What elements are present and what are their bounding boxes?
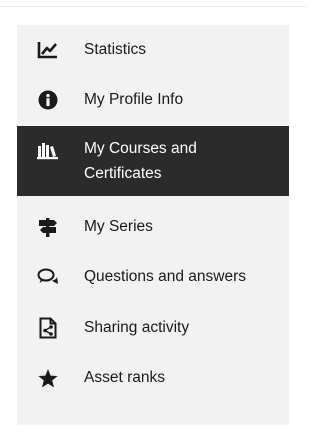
menu-item-label: Statistics — [84, 41, 147, 58]
menu-item-profile-info[interactable]: My Profile Info — [17, 75, 289, 125]
menu-item-questions-answers[interactable]: Questions and answers — [17, 251, 289, 303]
top-divider — [0, 6, 306, 7]
signpost-icon — [37, 216, 59, 238]
chart-line-icon — [37, 39, 59, 61]
menu-item-my-series[interactable]: My Series — [17, 203, 289, 251]
menu-item-label: Questions and answers — [84, 268, 246, 285]
info-circle-icon — [37, 89, 59, 111]
menu-item-label: My Series — [84, 218, 153, 235]
menu-item-label: My Courses and Certificates — [84, 140, 197, 182]
menu-item-asset-ranks[interactable]: Asset ranks — [17, 353, 289, 403]
account-sidebar-menu: Statistics My Profile Info My Courses an… — [17, 25, 289, 425]
menu-item-label: Asset ranks — [84, 369, 165, 386]
share-file-icon — [37, 317, 59, 339]
menu-item-statistics[interactable]: Statistics — [17, 25, 289, 75]
menu-item-label: Sharing activity — [84, 319, 190, 336]
star-icon — [37, 367, 59, 389]
library-icon — [37, 140, 59, 162]
speech-bubbles-icon — [37, 266, 59, 288]
menu-item-courses-certificates[interactable]: My Courses and Certificates — [17, 126, 289, 196]
menu-item-label: My Profile Info — [84, 91, 184, 108]
menu-item-sharing-activity[interactable]: Sharing activity — [17, 303, 289, 353]
